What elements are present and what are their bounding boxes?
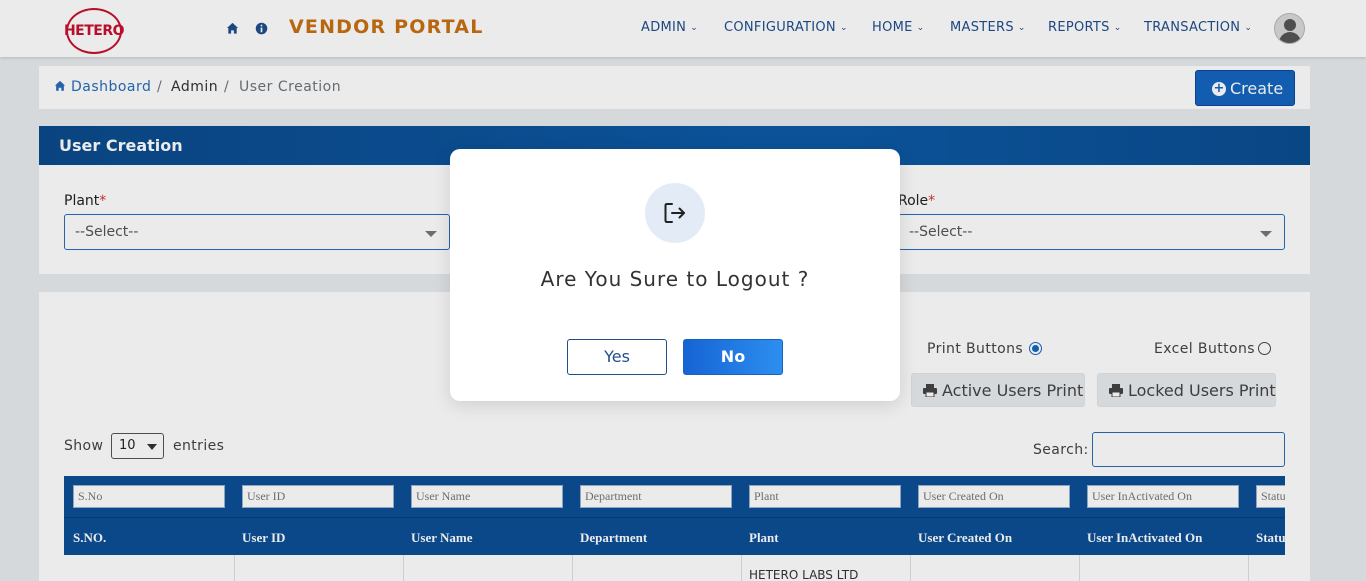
yes-button[interactable]: Yes	[567, 339, 667, 375]
logout-icon	[645, 183, 705, 243]
logout-confirm-message: Are You Sure to Logout ?	[540, 267, 810, 291]
logout-confirm-dialog: Are You Sure to Logout ? Yes No	[450, 149, 900, 401]
no-button[interactable]: No	[683, 339, 783, 375]
